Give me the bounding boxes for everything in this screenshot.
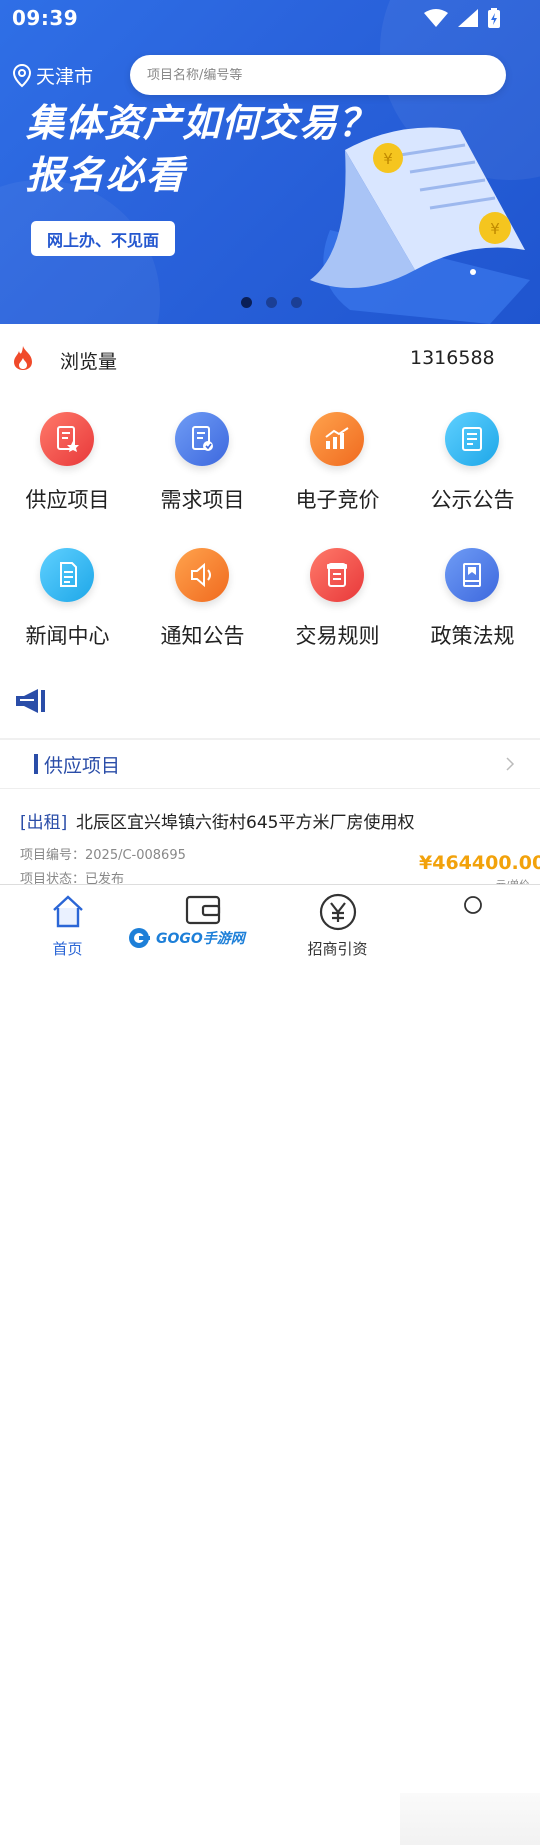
views-count: 1316588 (410, 347, 495, 369)
bidding-chart-icon (310, 412, 364, 466)
menu-item-label: 政策法规 (430, 624, 515, 648)
views-label: 浏览量 (60, 351, 118, 373)
location-selector[interactable]: 天津市 (12, 62, 93, 89)
fire-icon (14, 346, 32, 370)
menu-item-demand[interactable]: 需求项目 (135, 400, 270, 520)
menu-item-label: 交易规则 (295, 624, 380, 648)
policy-book-icon (445, 548, 499, 602)
carousel-dot[interactable] (241, 297, 252, 308)
battery-icon (488, 8, 500, 28)
menu-item-label: 供应项目 (25, 488, 110, 512)
menu-item-bidding[interactable]: 电子竞价 (270, 400, 405, 520)
wifi-icon (424, 9, 448, 27)
menu-item-label: 电子竞价 (295, 488, 380, 512)
search-bar[interactable] (130, 55, 506, 95)
watermark: GOGO手游网 (128, 926, 245, 950)
menu-item-supply[interactable]: 供应项目 (0, 400, 135, 520)
carousel-dot[interactable] (291, 297, 302, 308)
item-code-label: 项目编号： (20, 848, 86, 863)
tab-home[interactable]: 首页 (0, 891, 135, 958)
tab-label: 首页 (52, 940, 83, 958)
item-code-value: 2025/C-008695 (85, 848, 186, 863)
location-pin-icon (12, 63, 32, 87)
rules-doc-icon (310, 548, 364, 602)
status-bar: 09:39 (0, 0, 540, 36)
overlay-panel (400, 1793, 540, 1845)
carousel-dots[interactable] (241, 297, 302, 308)
announcement-doc-icon (445, 412, 499, 466)
watermark-text: GOGO手游网 (156, 931, 245, 947)
menu-item-publicity[interactable]: 公示公告 (405, 400, 540, 520)
svg-text:¥: ¥ (490, 220, 500, 238)
menu-item-label: 通知公告 (160, 624, 245, 648)
search-input[interactable] (147, 67, 506, 83)
bottom-tab-bar: 首页 招商引资 (0, 884, 540, 1845)
menu-item-label: 公示公告 (430, 488, 515, 512)
menu-item-label: 新闻中心 (25, 624, 110, 648)
tab-investment[interactable]: 招商引资 (270, 891, 405, 958)
views-row: 浏览量 1316588 (0, 324, 540, 392)
tab-profile[interactable] (405, 891, 540, 957)
home-icon (52, 895, 83, 928)
svg-text:¥: ¥ (383, 150, 393, 168)
divider (0, 788, 540, 789)
section-header-supply[interactable]: 供应项目 (0, 740, 540, 788)
menu-item-label: 需求项目 (160, 488, 245, 512)
section-accent-bar (34, 754, 38, 774)
chevron-right-icon[interactable] (505, 756, 515, 772)
megaphone-icon[interactable] (14, 687, 48, 715)
status-time: 09:39 (12, 6, 79, 30)
supply-doc-icon (40, 412, 94, 466)
banner-title: 集体资产如何交易？ (26, 101, 378, 145)
circle-icon (463, 896, 482, 914)
menu-item-news[interactable]: 新闻中心 (0, 536, 135, 656)
banner-subtitle: 报名必看 (26, 153, 187, 197)
menu-item-policy[interactable]: 政策法规 (405, 536, 540, 656)
tab-label: 招商引资 (307, 940, 368, 958)
status-icons (424, 8, 500, 28)
section-title: 供应项目 (44, 755, 121, 777)
item-price: ¥464400.000 (419, 852, 540, 874)
yen-icon (319, 893, 356, 931)
carousel-dot[interactable] (266, 297, 277, 308)
wallet-icon (185, 895, 220, 925)
item-title: 北辰区宜兴埠镇六街村645平方米厂房使用权 (76, 813, 415, 833)
menu-item-notice[interactable]: 通知公告 (135, 536, 270, 656)
item-type-tag: [出租] (20, 813, 68, 833)
location-city: 天津市 (36, 66, 94, 88)
banner-cta-button[interactable]: 网上办、不见面 (31, 221, 175, 256)
watermark-logo-icon (129, 928, 150, 948)
news-doc-icon (40, 548, 94, 602)
signal-icon (458, 9, 478, 27)
item-code: 项目编号：2025/C-008695 (20, 844, 186, 863)
speaker-icon (175, 548, 229, 602)
demand-doc-icon (175, 412, 229, 466)
menu-item-rules[interactable]: 交易规则 (270, 536, 405, 656)
hero-banner[interactable]: 09:39 天津市 集体资产如何交易？ 报名必看 网上办、不见面 (0, 0, 540, 324)
list-item[interactable]: [出租] 北辰区宜兴埠镇六街村645平方米厂房使用权 项目编号：2025/C-0… (0, 790, 540, 891)
